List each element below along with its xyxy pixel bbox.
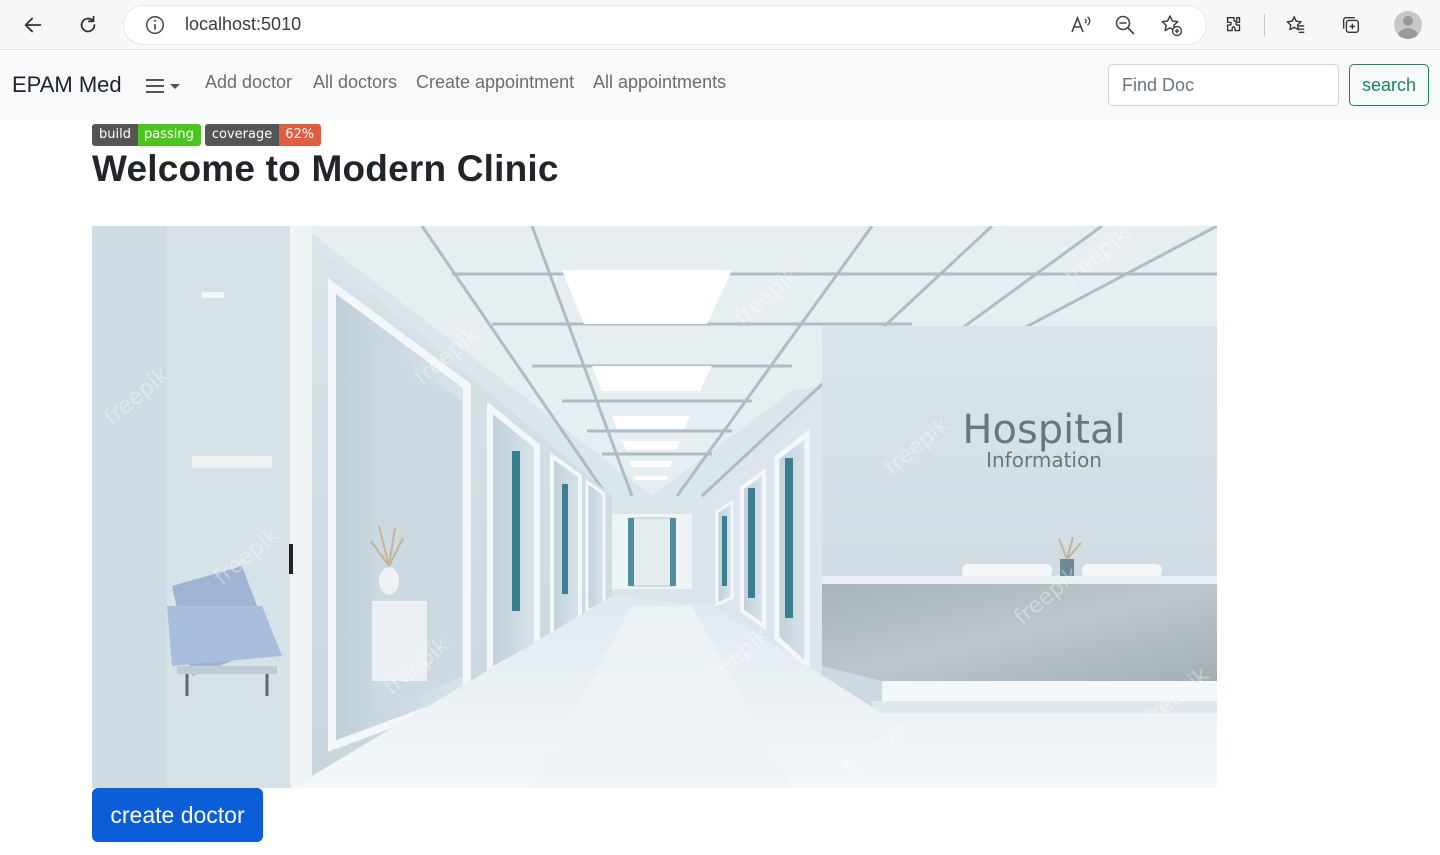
nav-all-appointments[interactable]: All appointments [593, 72, 726, 93]
back-arrow-icon[interactable] [15, 7, 51, 43]
address-bar[interactable]: localhost:5010 [123, 5, 1207, 45]
profile-avatar[interactable] [1394, 11, 1422, 39]
build-badge[interactable]: build passing [92, 124, 201, 146]
page-title: Welcome to Modern Clinic [92, 148, 559, 189]
nav-add-doctor[interactable]: Add doctor [205, 72, 292, 93]
info-icon[interactable] [144, 14, 166, 36]
refresh-icon[interactable] [70, 7, 106, 43]
extensions-icon[interactable] [1216, 7, 1252, 43]
search-button[interactable]: search [1349, 64, 1429, 106]
read-aloud-icon[interactable] [1069, 13, 1093, 37]
collections-icon[interactable] [1333, 7, 1369, 43]
nav-create-appointment[interactable]: Create appointment [416, 72, 574, 93]
browser-toolbar: localhost:5010 [0, 0, 1440, 50]
wall-sign-subtitle: Information [986, 448, 1102, 472]
badge-key: build [92, 124, 138, 146]
wall-sign-title: Hospital [962, 407, 1125, 453]
badge-key: coverage [204, 124, 280, 146]
toolbar-divider [1264, 14, 1265, 36]
status-badges: build passing coverage 62% [92, 124, 322, 147]
zoom-out-icon[interactable] [1113, 13, 1137, 37]
app-navbar: EPAM Med Add doctor All doctors Create a… [0, 51, 1440, 120]
hamburger-icon [146, 78, 164, 94]
badge-value: passing [137, 124, 201, 146]
hospital-hero-image: Hospital Information freepik freepik fre… [92, 226, 1217, 788]
create-doctor-button[interactable]: create doctor [92, 788, 263, 842]
brand-link[interactable]: EPAM Med [12, 72, 122, 98]
caret-down-icon [170, 83, 180, 89]
url-text[interactable]: localhost:5010 [185, 14, 301, 35]
find-doc-input[interactable] [1108, 64, 1339, 106]
favorites-icon[interactable] [1278, 7, 1314, 43]
coverage-badge[interactable]: coverage 62% [204, 124, 322, 146]
menu-dropdown-toggle[interactable] [146, 73, 180, 99]
nav-all-doctors[interactable]: All doctors [313, 72, 397, 93]
badge-value: 62% [279, 124, 322, 146]
add-favorite-icon[interactable] [1159, 13, 1183, 37]
